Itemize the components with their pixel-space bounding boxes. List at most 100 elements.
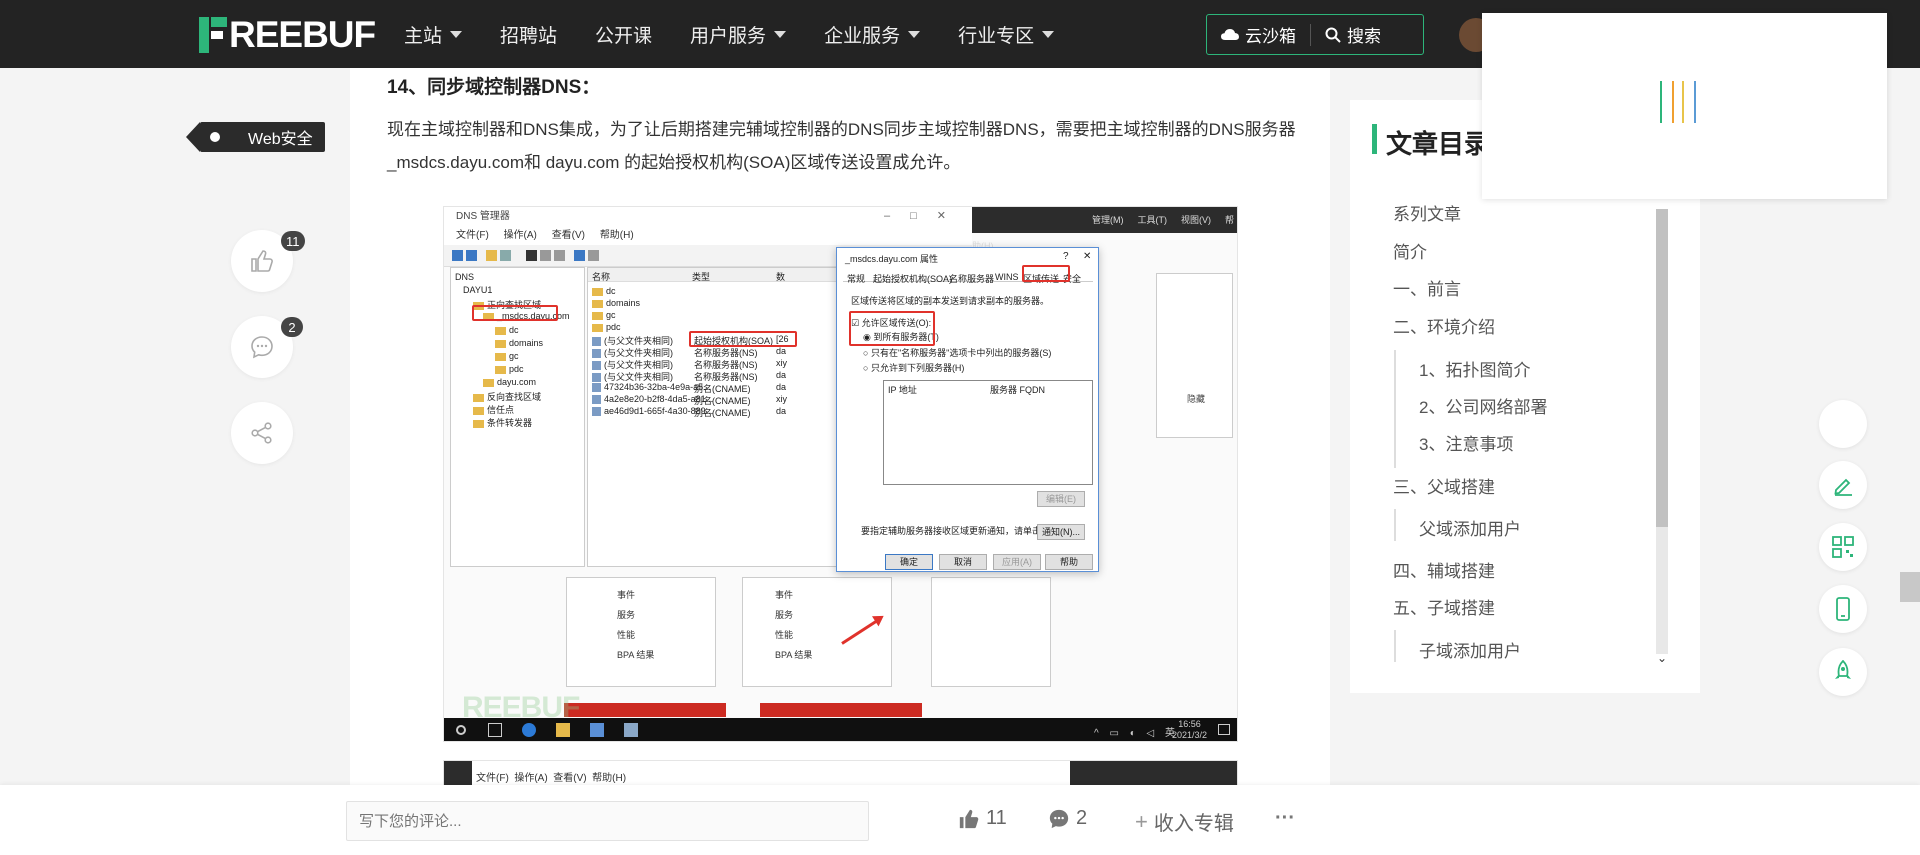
dashboard-panel: 事件 服务 性能 BPA 结果 — [566, 577, 716, 687]
panel-red-bar — [760, 703, 922, 717]
row-name: (与父文件夹相同) — [604, 336, 673, 346]
tray-icons: ^ ▭ ◐ ◁ 英 — [1094, 728, 1179, 739]
toc-item[interactable]: 四、辅域搭建 — [1393, 557, 1495, 582]
nav-item-user-services[interactable]: 用户服务 — [690, 21, 787, 48]
toc-item[interactable]: 二、环境介绍 — [1393, 313, 1495, 338]
tag-dot-icon — [210, 132, 220, 142]
freebuf-logo[interactable]: REEBUF — [199, 14, 376, 55]
dialog-description: 区域传送将区域的副本发送到请求副本的服务器。 — [851, 296, 1050, 306]
scroll-thumb[interactable] — [1656, 209, 1668, 527]
server-manager-menu: 管理(M) 工具(T) 视图(V) 帮助(H) — [972, 207, 1237, 251]
thumbs-up-icon — [251, 250, 273, 272]
windows-taskbar: ^ ▭ ◐ ◁ 英 16:56 2021/3/2 — [444, 718, 1237, 741]
row-data: xiy — [776, 394, 787, 404]
dialog-title: _msdcs.dayu.com 属性 — [845, 254, 939, 264]
row-type: 别名(CNAME) — [694, 408, 751, 418]
scroll-down-icon[interactable]: ⌄ — [1654, 651, 1670, 665]
toc-item[interactable]: 系列文章 — [1393, 200, 1461, 225]
page-scrollbar-thumb[interactable] — [1900, 572, 1920, 602]
share-icon — [251, 422, 272, 444]
nav-item-jobs[interactable]: 招聘站 — [500, 21, 557, 48]
toc-subitem[interactable]: 子域添加用户 — [1419, 637, 1521, 662]
nav-item-label: 招聘站 — [500, 25, 558, 47]
caret-down-icon — [450, 30, 463, 38]
float-mobile-button[interactable] — [1819, 585, 1867, 633]
more-icon: ··· — [1275, 807, 1295, 829]
toc-item[interactable]: 简介 — [1393, 238, 1427, 263]
toc-item[interactable]: 三、父域搭建 — [1393, 473, 1495, 498]
tree-node: domains — [495, 338, 543, 348]
share-button[interactable] — [231, 402, 293, 464]
toc-subitem[interactable]: 父域添加用户 — [1419, 515, 1521, 540]
dns-menu-item: 操作(A) — [503, 230, 537, 241]
toc-sub-divider — [1394, 630, 1396, 662]
list-header-name: 名称 — [592, 272, 611, 282]
nav-item-main[interactable]: 主站 — [404, 21, 463, 48]
bottom-like-button[interactable]: 11 — [958, 807, 1007, 830]
nav-item-label: 行业专区 — [958, 25, 1035, 47]
list-item: dc — [592, 286, 616, 296]
toc-item[interactable]: 一、前言 — [1393, 275, 1461, 300]
more-button[interactable]: ··· — [1275, 807, 1295, 830]
table-row: 47324b36-32ba-4e9a-a5... — [592, 382, 711, 393]
dns-menu-item: 帮助(H) — [592, 773, 627, 784]
tree-node-label: dc — [509, 325, 519, 335]
list-item-name: dc — [606, 286, 616, 296]
like-count-badge: 11 — [281, 231, 305, 251]
loader-bar-icon — [1694, 81, 1696, 123]
rocket-icon — [1835, 660, 1851, 679]
record-icon — [592, 373, 601, 383]
server-menu-item: 视图(V) — [1181, 215, 1211, 225]
nav-tools: 云沙箱 搜索 — [1206, 14, 1424, 55]
comment-button[interactable]: 2 — [231, 316, 303, 378]
row-data: xiy — [776, 358, 787, 368]
dialog-notify-button: 通知(N)... — [1037, 524, 1085, 540]
dialog-tab: WINS — [995, 272, 1019, 282]
float-top-button[interactable] — [1819, 648, 1867, 696]
toc-subitem[interactable]: 1、拓扑图简介 — [1419, 356, 1530, 381]
folder-icon — [495, 365, 506, 374]
ie-icon — [522, 723, 536, 737]
list-item-name: pdc — [606, 322, 621, 332]
search-button[interactable]: 搜索 — [1311, 15, 1395, 54]
row-data: da — [776, 406, 787, 416]
dialog-close-icon: ✕ — [1083, 251, 1092, 262]
qrcode-icon — [1832, 536, 1854, 558]
dashboard-panel: 事件 服务 性能 BPA 结果 — [742, 577, 892, 687]
nav-item-label: 用户服务 — [690, 25, 767, 47]
search-icon — [456, 725, 466, 735]
tree-node-label: gc — [509, 351, 519, 361]
view-icon — [500, 250, 511, 261]
nav-item-enterprise[interactable]: 企业服务 — [824, 21, 921, 48]
like-button[interactable]: 11 — [231, 230, 305, 292]
collect-button[interactable]: + 收入专辑 — [1135, 807, 1234, 836]
float-blank-button[interactable] — [1819, 400, 1867, 448]
cloud-sandbox-button[interactable]: 云沙箱 — [1207, 15, 1310, 54]
toc-subitem[interactable]: 3、注意事项 — [1419, 430, 1513, 455]
tree-node: dayu.com — [483, 377, 536, 387]
toc-item[interactable]: 五、子域搭建 — [1393, 594, 1495, 619]
panel-item: 事件 — [775, 590, 794, 600]
toc-scrollbar[interactable]: ⌃ ⌄ — [1654, 193, 1670, 670]
tree-node-label: domains — [509, 338, 544, 348]
toc-subitem[interactable]: 2、公司网络部署 — [1419, 393, 1547, 418]
caret-down-icon — [774, 30, 787, 38]
bottom-comment-button[interactable]: 2 — [1048, 807, 1087, 830]
dns-menu-item: 查看(V) — [553, 773, 587, 784]
category-tag[interactable]: Web安全 — [186, 122, 325, 152]
clock-date: 2021/3/2 — [1172, 730, 1208, 740]
tree-node-label: 信任点 — [487, 405, 515, 415]
float-edit-button[interactable] — [1819, 461, 1867, 509]
nav-item-label: 主站 — [404, 25, 443, 47]
article-paragraph: 现在主域控制器和DNS集成，为了让后期搭建完辅域控制器的DNS同步主域控制器DN… — [387, 120, 1296, 172]
folder-icon — [495, 352, 506, 361]
comment-input[interactable] — [346, 801, 869, 841]
folder-icon — [495, 339, 506, 348]
dns-menu-item: 文件(F) — [476, 773, 509, 784]
float-qrcode-button[interactable] — [1819, 523, 1867, 571]
comment-icon — [1049, 809, 1069, 828]
nav-item-industry[interactable]: 行业专区 — [958, 21, 1055, 48]
ip-col-header: IP 地址 — [888, 385, 917, 395]
nav-item-courses[interactable]: 公开课 — [595, 21, 652, 48]
highlight-box — [689, 331, 797, 347]
